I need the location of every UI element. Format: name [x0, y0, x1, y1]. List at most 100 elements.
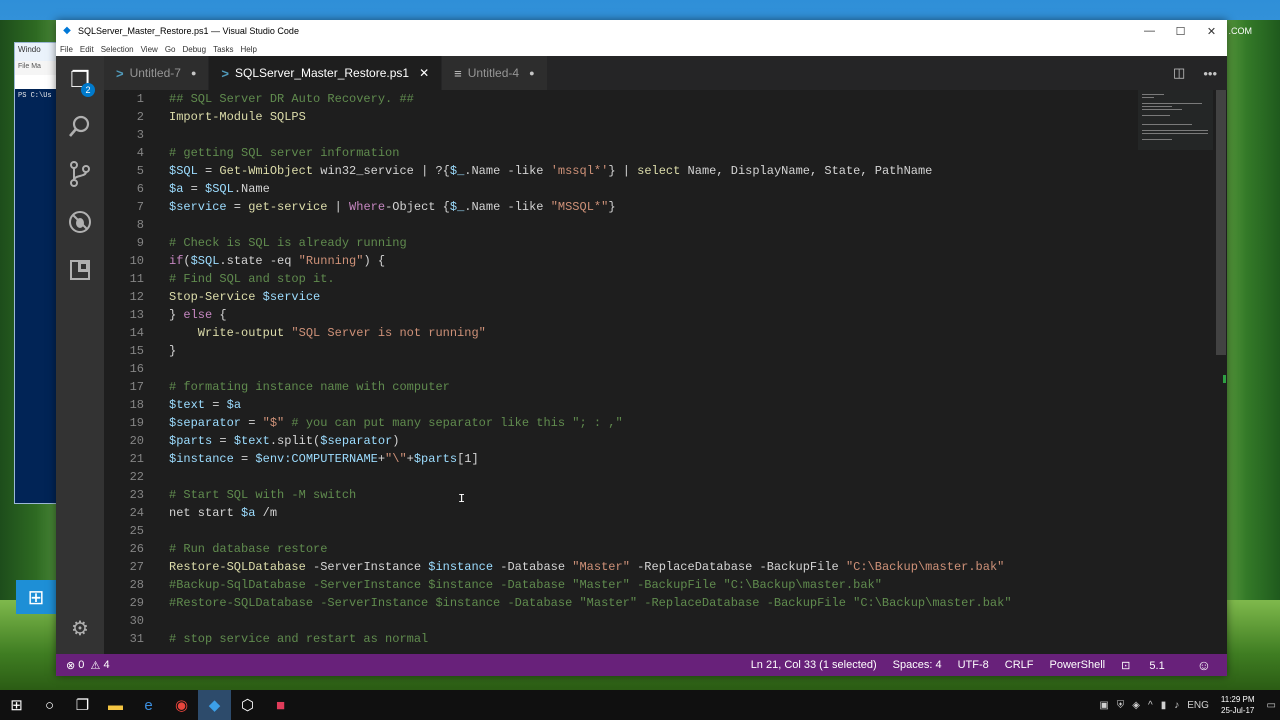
tab-untitled-7[interactable]: > Untitled-7 ●	[104, 56, 210, 90]
source-control-button[interactable]	[56, 154, 104, 194]
line-number: 11	[129, 272, 144, 286]
line-number: 3	[136, 128, 144, 142]
chevron-up-icon[interactable]: ^	[1148, 700, 1153, 711]
line-code: # Run database restore	[169, 542, 328, 556]
circle-search-icon: ○	[44, 696, 55, 714]
menu-file[interactable]: File	[60, 45, 73, 54]
menu-go[interactable]: Go	[165, 45, 176, 54]
desktop-windows-logo: ⊞	[16, 580, 56, 614]
feedback-icon[interactable]: ☺	[1197, 657, 1211, 673]
code-line: 8	[104, 216, 1138, 234]
debug-button[interactable]	[56, 202, 104, 242]
line-code: # stop service and restart as normal	[169, 632, 429, 646]
code-line: 7 $service = get-service | Where-Object {…	[104, 198, 1138, 216]
minimap-line	[1142, 133, 1208, 134]
start-button[interactable]: ⊞	[0, 690, 33, 720]
tab-label: SQLServer_Master_Restore.ps1	[234, 66, 410, 80]
edge-button[interactable]: e	[132, 690, 165, 720]
line-number: 9	[136, 236, 144, 250]
code-line: 14 Write-output "SQL Server is not runni…	[104, 324, 1138, 342]
code-line: 9 # Check is SQL is already running	[104, 234, 1138, 252]
line-number: 10	[129, 254, 144, 268]
recorder-taskbar-button[interactable]: ■	[264, 690, 297, 720]
code-line: 24 net start $a /m	[104, 504, 1138, 522]
split-editor-icon[interactable]: ◫	[1173, 65, 1185, 81]
vscode-window: ◆ SQLServer_Master_Restore.ps1 — Visual …	[56, 20, 1227, 676]
minimap-viewport[interactable]	[1138, 90, 1213, 150]
line-code: # formating instance name with computer	[169, 380, 450, 394]
clock[interactable]: 11:29 PM 25-Jul-17	[1221, 694, 1255, 716]
vertical-scrollbar[interactable]	[1215, 90, 1227, 654]
tab-sqlserver-master-restore[interactable]: > SQLServer_Master_Restore.ps1 ✕	[209, 56, 443, 90]
line-code: net start $a /m	[169, 506, 278, 520]
unsaved-dot-icon[interactable]: ●	[529, 68, 534, 78]
minimize-button[interactable]: —	[1134, 25, 1165, 38]
shield-icon[interactable]: ⛨	[1117, 700, 1125, 711]
line-number: 2	[136, 110, 144, 124]
menu-selection[interactable]: Selection	[101, 45, 134, 54]
notifications-icon[interactable]: ▭	[1267, 700, 1276, 711]
line-code: } else {	[169, 308, 227, 322]
menu-view[interactable]: View	[141, 45, 158, 54]
language-indicator[interactable]: ENG	[1187, 700, 1209, 711]
settings-button[interactable]: ⚙	[56, 608, 104, 648]
search-button[interactable]: ○	[33, 690, 66, 720]
problems-indicator[interactable]: ⊗ 0 ⚠ 4	[56, 659, 110, 672]
tray-app-icon[interactable]: ▣	[1099, 700, 1108, 711]
error-icon: ⊗	[66, 659, 76, 672]
code-line: 12 Stop-Service $service	[104, 288, 1138, 306]
gear-icon: ⚙	[71, 617, 89, 640]
language-mode[interactable]: PowerShell	[1049, 659, 1105, 671]
code-editor[interactable]: 1 ## SQL Server DR Auto Recovery. ## 2 Imp…	[104, 90, 1138, 654]
close-tab-icon[interactable]: ✕	[419, 66, 429, 80]
minimap[interactable]	[1138, 90, 1213, 654]
chrome-button[interactable]: ◉	[165, 690, 198, 720]
cube-icon: ⬡	[240, 697, 255, 714]
explorer-button[interactable]: ❐ 2	[56, 60, 104, 100]
tab-untitled-4[interactable]: ≡ Untitled-4 ●	[442, 56, 548, 90]
menu-help[interactable]: Help	[241, 45, 257, 54]
line-endings[interactable]: CRLF	[1005, 659, 1034, 671]
line-number: 24	[129, 506, 144, 520]
minimap-line	[1142, 106, 1172, 107]
menu-edit[interactable]: Edit	[80, 45, 94, 54]
line-number: 26	[129, 542, 144, 556]
extensions-button[interactable]	[56, 250, 104, 290]
close-button[interactable]: ✕	[1196, 25, 1227, 38]
cursor-position[interactable]: Ln 21, Col 33 (1 selected)	[751, 659, 877, 671]
line-code: Restore-SQLDatabase -ServerInstance $ins…	[169, 560, 1005, 574]
vscode-taskbar-button[interactable]: ◆	[198, 690, 231, 720]
line-number: 16	[129, 362, 144, 376]
line-number: 17	[129, 380, 144, 394]
code-line: 6 $a = $SQL.Name	[104, 180, 1138, 198]
windows-logo-icon: ⊞	[27, 586, 45, 609]
line-code: $separator = "$" # you can put many sepa…	[169, 416, 623, 430]
code-line: 11 # Find SQL and stop it.	[104, 270, 1138, 288]
window-title: SQLServer_Master_Restore.ps1 — Visual St…	[78, 26, 299, 36]
clock-date: 25-Jul-17	[1221, 706, 1255, 715]
code-line: 27 Restore-SQLDatabase -ServerInstance $i…	[104, 558, 1138, 576]
maximize-button[interactable]: ☐	[1165, 25, 1196, 38]
volume-icon[interactable]: ♪	[1174, 700, 1179, 711]
desktop-corner-text: .COM	[1228, 26, 1253, 36]
tray-app-icon[interactable]: ◈	[1132, 700, 1140, 711]
task-view-button[interactable]: ❐	[66, 690, 99, 720]
scrollbar-thumb[interactable]	[1216, 90, 1226, 355]
unsaved-dot-icon[interactable]: ●	[191, 68, 196, 78]
app-taskbar-button[interactable]: ⬡	[231, 690, 264, 720]
search-button[interactable]	[56, 106, 104, 146]
encoding[interactable]: UTF-8	[958, 659, 989, 671]
more-actions-icon[interactable]: •••	[1203, 66, 1217, 81]
line-number: 23	[129, 488, 144, 502]
network-icon[interactable]: ▮	[1161, 700, 1167, 711]
menu-debug[interactable]: Debug	[182, 45, 206, 54]
warning-icon: ⚠	[90, 659, 101, 672]
task-view-icon: ❐	[75, 697, 90, 714]
line-code: #Restore-SQLDatabase -ServerInstance $in…	[169, 596, 1012, 610]
menu-tasks[interactable]: Tasks	[213, 45, 233, 54]
line-code: $service = get-service | Where-Object {$…	[169, 200, 616, 214]
line-number: 6	[136, 182, 144, 196]
powershell-version[interactable]: ⊡ 5.1	[1121, 659, 1181, 672]
file-explorer-button[interactable]: ▬	[99, 690, 132, 720]
indentation[interactable]: Spaces: 4	[893, 659, 942, 671]
